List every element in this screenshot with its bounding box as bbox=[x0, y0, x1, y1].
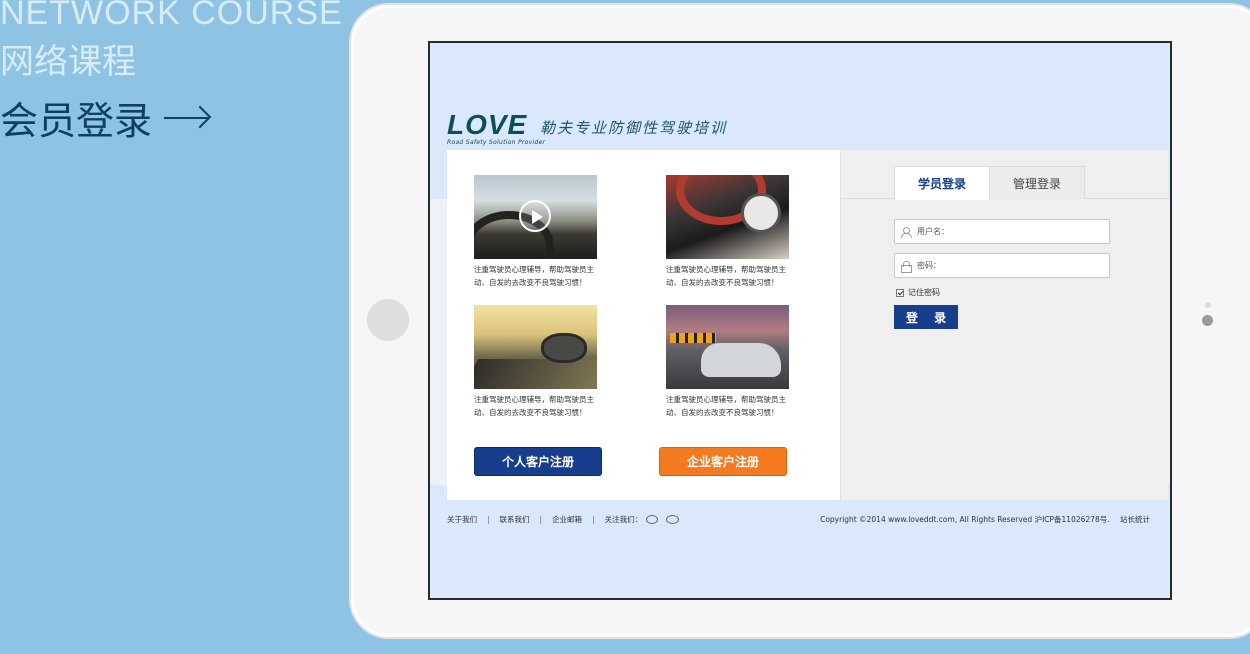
password-field[interactable]: 密码： bbox=[894, 253, 1110, 278]
login-submit-button[interactable]: 登 录 bbox=[894, 305, 958, 329]
course-tile-4[interactable]: 注重驾驶员心理辅导，帮助驾驶员主动、自发的去改变不良驾驶习惯！ bbox=[666, 305, 789, 419]
hero-title-en: NETWORK COURSE bbox=[0, 0, 343, 32]
course-caption: 注重驾驶员心理辅导，帮助驾驶员主动、自发的去改变不良驾驶习惯！ bbox=[666, 265, 786, 287]
footer-links: 关于我们 | 联系我们 | 企业邮箱 | 关注我们： bbox=[447, 514, 680, 525]
footer-link-mail[interactable]: 企业邮箱 bbox=[552, 514, 582, 525]
brand-logo[interactable]: LOVE Road Safety Solution Provider bbox=[447, 109, 546, 147]
tab-admin-login[interactable]: 管理登录 bbox=[989, 166, 1085, 199]
remember-password[interactable]: 记住密码 bbox=[896, 287, 940, 298]
footer-link-contact[interactable]: 联系我们 bbox=[500, 514, 530, 525]
footer-separator: | bbox=[539, 515, 543, 524]
footer-copyright: Copyright ©2014 www.loveddt.com, All Rig… bbox=[820, 514, 1150, 525]
course-caption: 注重驾驶员心理辅导，帮助驾驶员主动、自发的去改变不良驾驶习惯！ bbox=[474, 265, 594, 287]
tablet-sensor-dot bbox=[1205, 302, 1211, 308]
course-tile-1[interactable]: 注重驾驶员心理辅导，帮助驾驶员主动、自发的去改变不良驾驶习惯！ bbox=[474, 175, 597, 289]
course-photo-dashboard[interactable] bbox=[666, 175, 789, 259]
tablet-home-button bbox=[367, 299, 409, 341]
footer-follow-label: 关注我们： bbox=[604, 515, 643, 524]
wechat-icon[interactable] bbox=[666, 515, 680, 524]
arrow-right-icon bbox=[164, 105, 212, 129]
remember-label: 记住密码 bbox=[908, 288, 940, 297]
remember-checkbox[interactable] bbox=[896, 288, 904, 297]
lock-icon bbox=[901, 260, 912, 273]
user-icon bbox=[901, 226, 912, 238]
course-photo-steering[interactable] bbox=[474, 175, 597, 259]
hero-login-label: 会员登录 bbox=[0, 99, 153, 143]
username-placeholder: 用户名： bbox=[917, 227, 949, 236]
course-tile-3[interactable]: 注重驾驶员心理辅导，帮助驾驶员主动、自发的去改变不良驾驶习惯！ bbox=[474, 305, 597, 419]
copyright-text: Copyright ©2014 www.loveddt.com, All Rig… bbox=[820, 515, 1110, 524]
content-panel: 注重驾驶员心理辅导，帮助驾驶员主动、自发的去改变不良驾驶习惯！ 注重驾驶员心理辅… bbox=[447, 150, 840, 500]
logo-subtitle: Road Safety Solution Provider bbox=[447, 139, 546, 146]
enterprise-register-button[interactable]: 企业客户注册 bbox=[659, 447, 787, 476]
course-photo-mirror[interactable] bbox=[474, 305, 597, 389]
tablet-camera-dot bbox=[1202, 315, 1213, 326]
logo-word: LOVE bbox=[447, 109, 528, 140]
course-photo-car[interactable] bbox=[666, 305, 789, 389]
course-tile-2[interactable]: 注重驾驶员心理辅导，帮助驾驶员主动、自发的去改变不良驾驶习惯！ bbox=[666, 175, 789, 289]
footer-separator: | bbox=[487, 515, 490, 524]
hero-title-cn: 网络课程 bbox=[0, 42, 136, 82]
play-icon[interactable] bbox=[519, 200, 551, 232]
hero-login-heading[interactable]: 会员登录 bbox=[0, 90, 212, 145]
password-placeholder: 密码： bbox=[917, 261, 941, 270]
login-panel: 学员登录 管理登录 用户名： 密码： 记住密码 登 录 bbox=[840, 150, 1169, 500]
course-caption: 注重驾驶员心理辅导，帮助驾驶员主动、自发的去改变不良驾驶习惯！ bbox=[474, 395, 594, 417]
brand-slogan: 勒夫专业防御性驾驶培训 bbox=[540, 119, 728, 137]
tab-student-login[interactable]: 学员登录 bbox=[894, 166, 990, 200]
tablet-screen: LOVE Road Safety Solution Provider 勒夫专业防… bbox=[428, 41, 1172, 600]
weibo-icon[interactable] bbox=[646, 515, 659, 524]
personal-register-button[interactable]: 个人客户注册 bbox=[474, 447, 602, 476]
footer-link-stats[interactable]: 站长统计 bbox=[1120, 515, 1150, 524]
course-caption: 注重驾驶员心理辅导，帮助驾驶员主动、自发的去改变不良驾驶习惯！ bbox=[666, 395, 786, 417]
footer-link-about[interactable]: 关于我们 bbox=[447, 514, 477, 525]
username-field[interactable]: 用户名： bbox=[894, 219, 1110, 244]
footer-separator: | bbox=[592, 515, 595, 524]
